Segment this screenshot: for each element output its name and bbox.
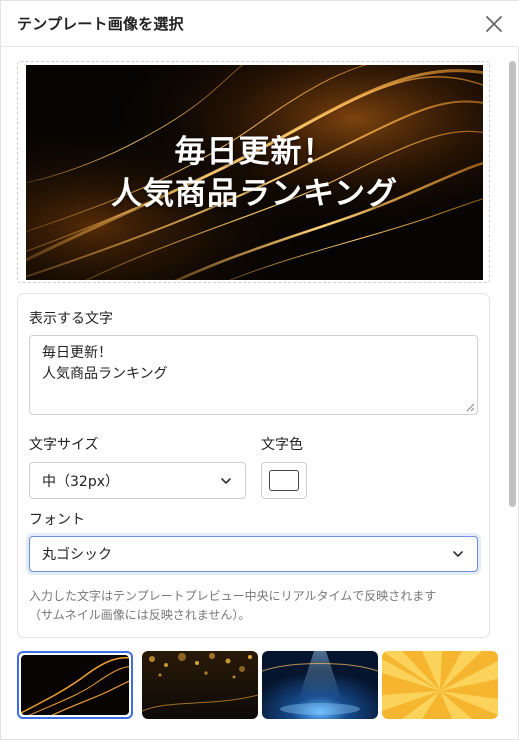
close-icon (486, 16, 502, 32)
font-select[interactable]: 丸ゴシック (29, 536, 478, 572)
dialog-body: 毎日更新！ 人気商品ランキング 表示する文字 毎日更新！ 人気商品ランキング 文… (1, 47, 519, 740)
preview-frame: 毎日更新！ 人気商品ランキング (17, 61, 490, 283)
font-label: フォント (29, 512, 85, 528)
resize-grip-icon[interactable] (466, 403, 475, 412)
thumbnail-blue-stage[interactable] (262, 651, 378, 719)
text-label: 表示する文字 (29, 311, 113, 327)
yellow-sunburst-thumbnail-image (382, 651, 498, 719)
font-size-label: 文字サイズ (29, 437, 99, 453)
vertical-scrollbar[interactable] (506, 49, 518, 739)
gold-bokeh-thumbnail-image (142, 651, 258, 719)
display-text-textarea[interactable]: 毎日更新！ 人気商品ランキング (29, 335, 478, 415)
blue-stage-thumbnail-image (262, 651, 378, 719)
dialog-header: テンプレート画像を選択 (1, 1, 519, 47)
settings-card: 表示する文字 毎日更新！ 人気商品ランキング 文字サイズ 中（32px） 文字色… (17, 293, 490, 638)
preview-line-2: 人気商品ランキング (110, 175, 399, 212)
text-color-picker[interactable] (261, 462, 307, 499)
preview-line-1: 毎日更新！ (174, 133, 335, 170)
textarea-line-1: 毎日更新！ (42, 345, 112, 361)
template-thumbnail-list (17, 651, 498, 721)
font-size-value: 中（32px） (42, 473, 119, 490)
template-preview: 毎日更新！ 人気商品ランキング (26, 65, 483, 280)
thumbnail-yellow-sunburst[interactable] (382, 651, 498, 719)
thumbnail-gold-waves[interactable] (17, 651, 133, 719)
textarea-line-2: 人気商品ランキング (42, 366, 168, 382)
help-line-1: 入力した文字はテンプレートプレビュー中央にリアルタイムで反映されます (29, 589, 437, 603)
preview-text: 毎日更新！ 人気商品ランキング (26, 65, 483, 280)
help-line-2: （サムネイル画像には反映されません）。 (29, 608, 251, 622)
gold-waves-thumbnail-image (21, 655, 129, 715)
help-text: 入力した文字はテンプレートプレビュー中央にリアルタイムで反映されます （サムネイ… (29, 587, 484, 625)
chevron-down-icon (453, 551, 463, 557)
close-button[interactable] (479, 9, 509, 39)
font-value: 丸ゴシック (42, 547, 112, 563)
text-color-label: 文字色 (261, 437, 303, 453)
template-dialog: テンプレート画像を選択 毎日更新！ 人気商品ランキング 表示する文字 毎日更新！… (0, 0, 519, 740)
font-size-select[interactable]: 中（32px） (29, 462, 246, 499)
chevron-down-icon (221, 477, 231, 484)
dialog-title: テンプレート画像を選択 (17, 15, 184, 33)
color-swatch (269, 470, 299, 491)
scrollbar-thumb[interactable] (509, 61, 516, 507)
thumbnail-gold-bokeh[interactable] (142, 651, 258, 719)
